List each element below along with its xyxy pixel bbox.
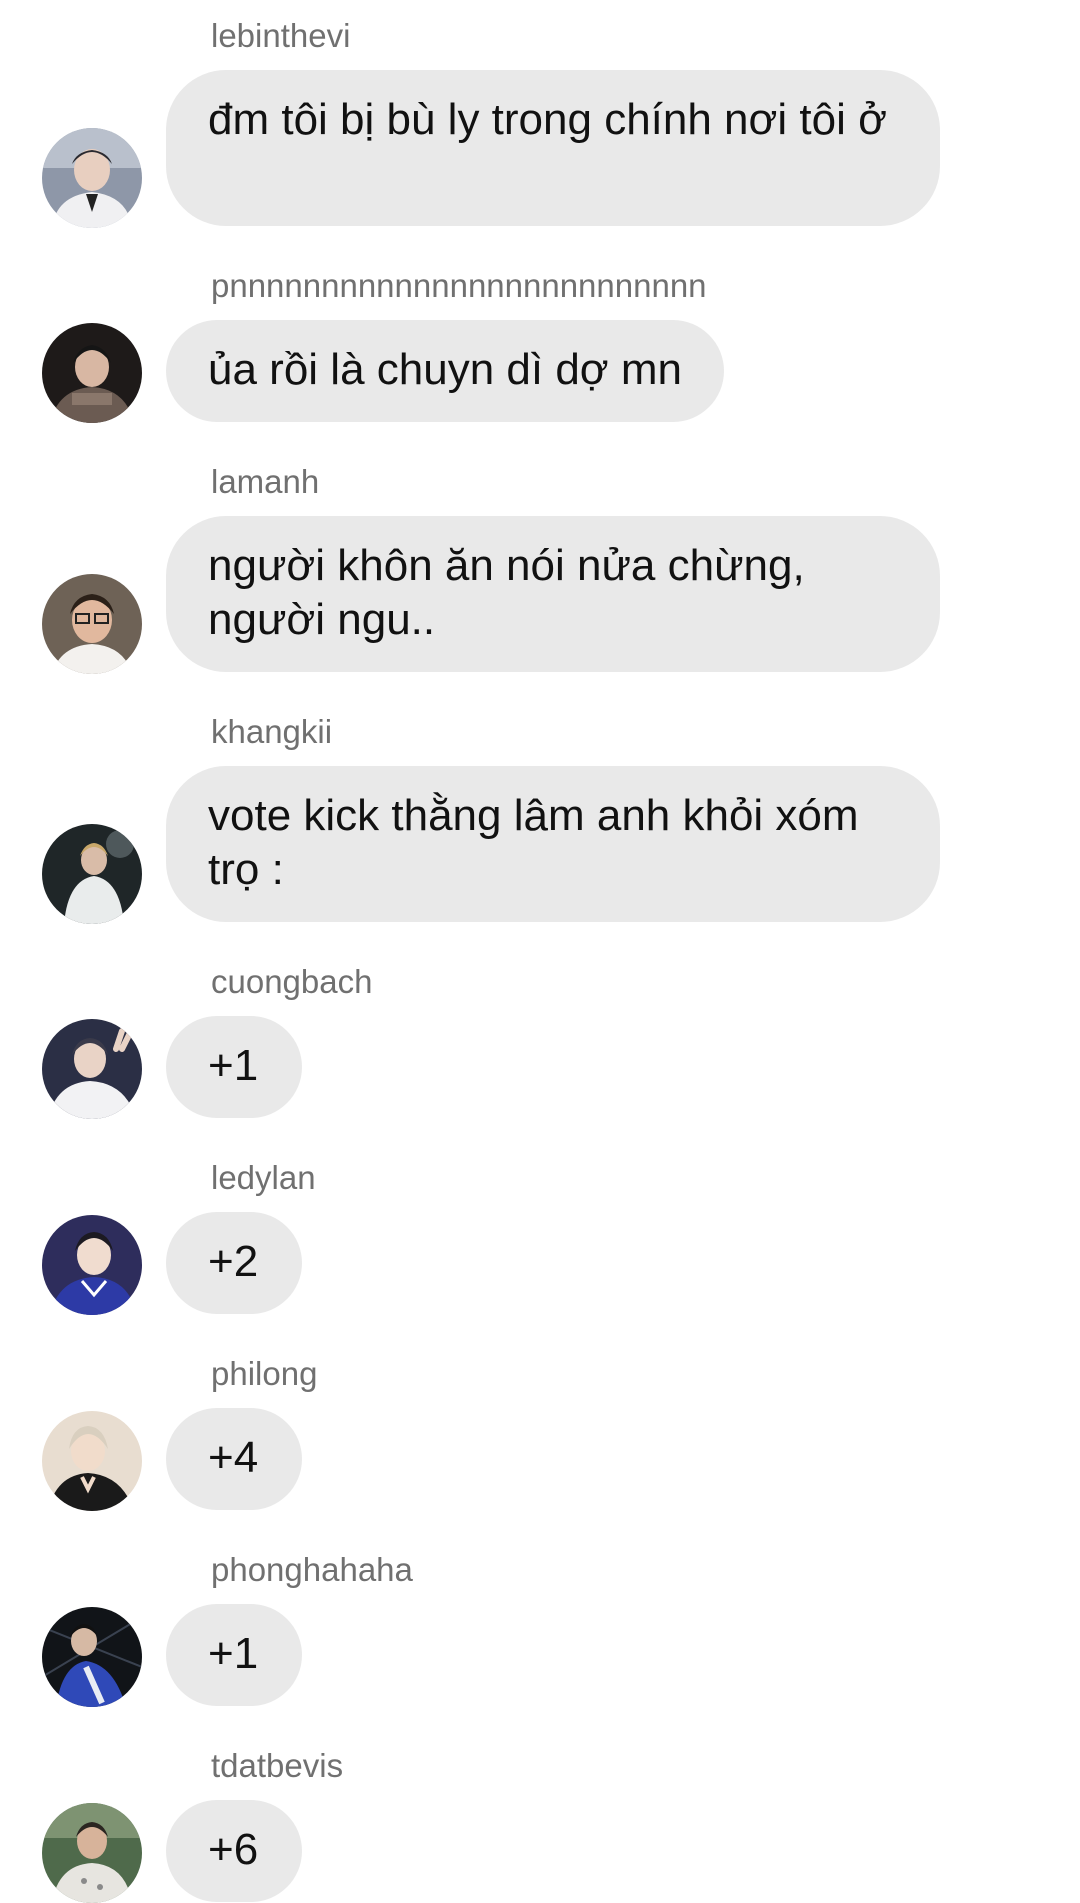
sender-name[interactable]: lamanh	[211, 464, 319, 500]
message-row: phonghahaha +1	[0, 1552, 1080, 1712]
avatar[interactable]	[42, 128, 142, 228]
message-row: tdatbevis +6	[0, 1748, 1080, 1903]
message-row: lamanh người khôn ăn nói nửa chừng, ngườ…	[0, 464, 1080, 674]
message-row: pnnnnnnnnnnnnnnnnnnnnnnnnnn ủa rồi là ch…	[0, 268, 1080, 428]
avatar[interactable]	[42, 1607, 142, 1707]
message-bubble[interactable]: người khôn ăn nói nửa chừng, người ngu..	[166, 516, 940, 672]
sender-name[interactable]: cuongbach	[211, 964, 372, 1000]
message-bubble[interactable]: +1	[166, 1604, 302, 1706]
avatar[interactable]	[42, 824, 142, 924]
message-row: lebinthevi đm tôi bị bù ly trong chính n…	[0, 18, 1080, 228]
sender-name[interactable]: phonghahaha	[211, 1552, 413, 1588]
message-row: philong +4	[0, 1356, 1080, 1516]
sender-name[interactable]: khangkii	[211, 714, 332, 750]
message-row: khangkii vote kick thằng lâm anh khỏi xó…	[0, 714, 1080, 924]
avatar[interactable]	[42, 323, 142, 423]
message-bubble[interactable]: +4	[166, 1408, 302, 1510]
message-bubble[interactable]: vote kick thằng lâm anh khỏi xóm trọ :	[166, 766, 940, 922]
message-bubble[interactable]: +6	[166, 1800, 302, 1902]
message-row: ledylan +2	[0, 1160, 1080, 1320]
sender-name[interactable]: ledylan	[211, 1160, 316, 1196]
avatar[interactable]	[42, 1019, 142, 1119]
avatar[interactable]	[42, 1411, 142, 1511]
message-bubble[interactable]: +2	[166, 1212, 302, 1314]
avatar[interactable]	[42, 574, 142, 674]
message-bubble[interactable]: đm tôi bị bù ly trong chính nơi tôi ở	[166, 70, 940, 226]
message-row: cuongbach +1	[0, 964, 1080, 1124]
sender-name[interactable]: philong	[211, 1356, 317, 1392]
message-bubble[interactable]: +1	[166, 1016, 302, 1118]
sender-name[interactable]: pnnnnnnnnnnnnnnnnnnnnnnnnnn	[211, 268, 707, 304]
sender-name[interactable]: tdatbevis	[211, 1748, 343, 1784]
sender-name[interactable]: lebinthevi	[211, 18, 350, 54]
avatar[interactable]	[42, 1215, 142, 1315]
avatar[interactable]	[42, 1803, 142, 1903]
message-bubble[interactable]: ủa rồi là chuyn dì dợ mn	[166, 320, 724, 422]
